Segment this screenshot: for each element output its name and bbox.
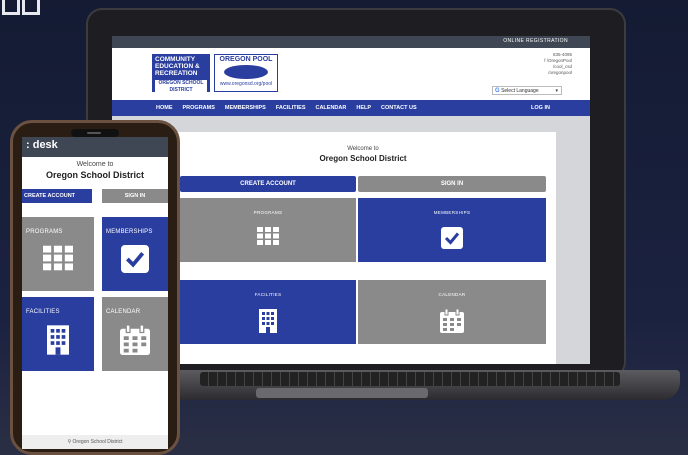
laptop-keyboard (200, 372, 620, 386)
tile-memberships[interactable]: MEMBERSHIPS (358, 198, 546, 262)
phone-sign-in-button[interactable]: SIGN IN (102, 189, 168, 203)
nav-item-contact-us[interactable]: CONTACT US (381, 105, 417, 111)
phone-welcome-text: Welcome to (76, 161, 114, 168)
chevron-down-icon: ▾ (555, 88, 558, 94)
phone-tile-memberships[interactable]: MEMBERSHIPS (102, 217, 168, 291)
online-registration-link[interactable]: ONLINE REGISTRATION (503, 38, 568, 44)
top-utility-bar: ONLINE REGISTRATION (112, 36, 590, 48)
phone-screen: : desk Welcome to Oregon School District… (22, 137, 168, 449)
corner-logo-mark (0, 0, 42, 16)
district-title: Oregon School District (319, 154, 407, 163)
nav-item-programs[interactable]: PROGRAMS (183, 105, 215, 111)
phone-tile-programs[interactable]: PROGRAMS (22, 217, 94, 291)
building-icon (259, 309, 277, 333)
laptop-trackpad (256, 388, 428, 398)
building-icon (47, 325, 69, 355)
tile-facilities[interactable]: FACILITIES (180, 280, 356, 344)
phone-frame: : desk Welcome to Oregon School District… (10, 120, 180, 455)
calendar-icon (440, 309, 464, 333)
oregon-pool-logo[interactable]: OREGON POOL www.oregonsd.org/pool (214, 54, 278, 92)
phone-footer: ⚲ Oregon School District (22, 435, 168, 449)
wave-icon (224, 65, 268, 79)
phone-district-title: Oregon School District (45, 170, 144, 180)
login-link[interactable]: LOG IN (531, 105, 550, 111)
welcome-panel: Welcome to Oregon School District CREATE… (170, 132, 556, 364)
phone-header-title: : desk (26, 139, 58, 151)
phone-tile-calendar[interactable]: CALENDAR (102, 297, 168, 371)
grid-icon (43, 245, 73, 271)
community-education-logo[interactable]: COMMUNITY EDUCATION & RECREATION OREGON … (152, 54, 210, 94)
main-nav: HOME PROGRAMS MEMBERSHIPS FACILITIES CAL… (112, 100, 590, 116)
nav-item-calendar[interactable]: CALENDAR (315, 105, 346, 111)
google-icon: G (495, 88, 500, 94)
contact-info: 835-4095 f /OregonPool /cool_csd /oregon… (544, 52, 572, 76)
phone-tile-facilities[interactable]: FACILITIES (22, 297, 94, 371)
nav-item-memberships[interactable]: MEMBERSHIPS (225, 105, 266, 111)
nav-item-facilities[interactable]: FACILITIES (276, 105, 306, 111)
calendar-icon (120, 325, 150, 355)
checkbox-icon (441, 227, 463, 249)
grid-icon (257, 227, 279, 245)
nav-item-home[interactable]: HOME (156, 105, 173, 111)
instagram-link[interactable]: /oregonpool (544, 70, 572, 76)
map-pin-icon: ⚲ (67, 439, 72, 445)
nav-item-help[interactable]: HELP (356, 105, 371, 111)
phone-header: : desk (22, 137, 168, 157)
phone-create-account-button[interactable]: CREATE ACCOUNT (22, 189, 92, 203)
language-select[interactable]: G Select Language ▾ (492, 86, 562, 95)
welcome-text: Welcome to (347, 146, 379, 152)
create-account-button[interactable]: CREATE ACCOUNT (180, 176, 356, 192)
tile-programs[interactable]: PROGRAMS (180, 198, 356, 262)
tile-calendar[interactable]: CALENDAR (358, 280, 546, 344)
phone-notch (71, 129, 119, 137)
sign-in-button[interactable]: SIGN IN (358, 176, 546, 192)
laptop-screen: ONLINE REGISTRATION COMMUNITY EDUCATION … (112, 36, 590, 364)
checkbox-icon (121, 245, 149, 273)
